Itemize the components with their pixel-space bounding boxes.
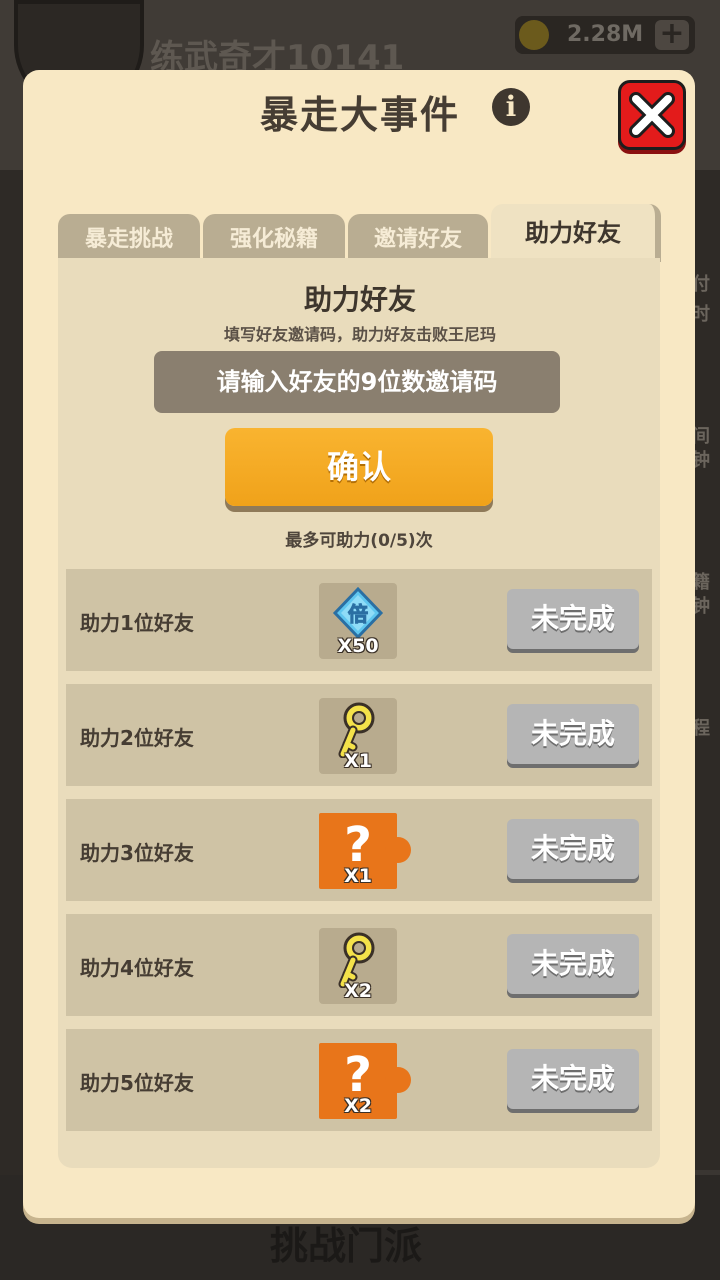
invite-code-input[interactable] <box>154 351 560 413</box>
reward-row: 助力5位好友 ? X2 未完成 <box>66 1029 652 1131</box>
coin-icon <box>519 20 549 50</box>
mystery-puzzle-icon: ? <box>344 1047 372 1103</box>
reward-item[interactable]: ? X2 <box>319 1043 411 1119</box>
add-coins-icon: + <box>655 19 689 50</box>
status-button[interactable]: 未完成 <box>507 819 639 879</box>
reward-row: 助力2位好友 X1 未完成 <box>66 684 652 786</box>
tab-help-friends[interactable]: 助力好友 <box>491 204 661 262</box>
coin-amount: 2.28M <box>567 22 644 47</box>
reward-quantity: X2 <box>344 1095 372 1117</box>
modal-title: 暴走大事件 <box>259 93 460 137</box>
key-icon <box>338 702 375 759</box>
tab-enhance-manual[interactable]: 强化秘籍 <box>203 214 345 262</box>
tab-rampage-challenge[interactable]: 暴走挑战 <box>58 214 200 262</box>
reward-quantity: X1 <box>344 865 372 887</box>
reward-row: 助力3位好友 ? X1 未完成 <box>66 799 652 901</box>
section-subtitle: 填写好友邀请码，助力好友击败王尼玛 <box>223 325 496 344</box>
close-icon <box>629 92 675 138</box>
reward-item[interactable]: X1 <box>319 698 397 774</box>
reward-quantity: X50 <box>337 635 379 657</box>
key-icon <box>338 932 375 989</box>
info-icon[interactable]: i <box>492 88 530 126</box>
multiplier-gem-icon: 倍 <box>332 586 384 640</box>
coin-counter: 2.28M + <box>515 16 695 54</box>
reward-item[interactable]: ? X1 <box>319 813 411 889</box>
status-button[interactable]: 未完成 <box>507 704 639 764</box>
status-button[interactable]: 未完成 <box>507 934 639 994</box>
reward-row-label: 助力1位好友 <box>80 611 194 635</box>
reward-row-label: 助力5位好友 <box>80 1071 194 1095</box>
reward-quantity: X1 <box>344 750 372 772</box>
reward-quantity: X2 <box>344 980 372 1002</box>
help-limit-text: 最多可助力(0/5)次 <box>285 531 433 551</box>
status-button[interactable]: 未完成 <box>507 589 639 649</box>
reward-item[interactable]: 倍 X50 <box>319 583 397 659</box>
reward-row-label: 助力2位好友 <box>80 726 194 750</box>
close-button[interactable] <box>618 80 686 150</box>
status-button[interactable]: 未完成 <box>507 1049 639 1109</box>
gem-text: 倍 <box>348 602 368 626</box>
tab-invite-friends[interactable]: 邀请好友 <box>348 214 488 262</box>
section-title: 助力好友 <box>303 283 416 316</box>
bottom-nav-label: 挑战门派 <box>270 1224 423 1268</box>
reward-row: 助力1位好友 倍 X50 未完成 <box>66 569 652 671</box>
reward-item[interactable]: X2 <box>319 928 397 1004</box>
confirm-button[interactable]: 确认 <box>225 428 493 506</box>
reward-row: 助力4位好友 X2 未完成 <box>66 914 652 1016</box>
reward-row-label: 助力4位好友 <box>80 956 194 980</box>
mystery-puzzle-icon: ? <box>344 817 372 873</box>
reward-row-label: 助力3位好友 <box>80 841 194 865</box>
